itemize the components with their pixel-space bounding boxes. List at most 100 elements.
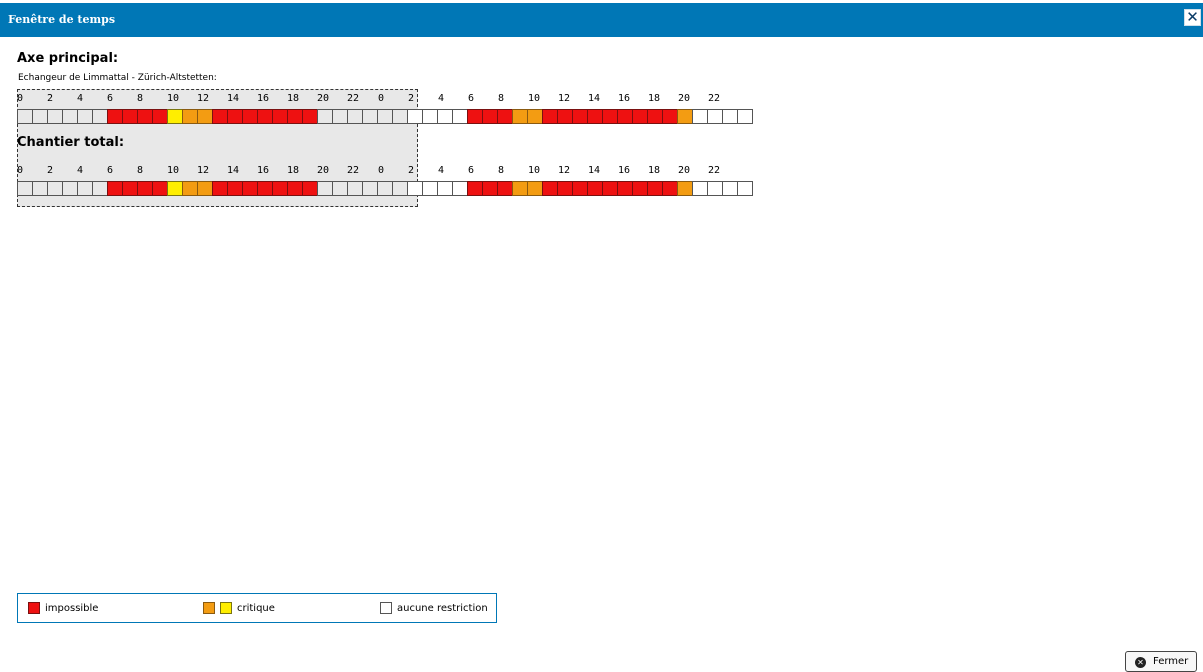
hour-label: 18 <box>287 165 300 176</box>
hour-cell <box>362 109 378 124</box>
hour-cell <box>407 181 423 196</box>
hour-cell <box>272 109 288 124</box>
hour-label: 0 <box>378 165 385 176</box>
hour-label: 4 <box>438 93 445 104</box>
hour-cell <box>197 181 213 196</box>
hour-label: 6 <box>468 93 475 104</box>
legend-label-impossible: impossible <box>45 603 99 614</box>
hour-cell <box>167 181 183 196</box>
hour-cell <box>422 109 438 124</box>
legend-swatch-impossible <box>28 602 40 614</box>
legend-label-aucune-restriction: aucune restriction <box>397 603 488 614</box>
hour-cell <box>17 181 33 196</box>
close-circle-icon: ✕ <box>1135 657 1146 668</box>
hour-cell <box>452 109 468 124</box>
hour-cell <box>407 109 423 124</box>
hour-cell <box>602 181 618 196</box>
close-button[interactable]: ✕ Fermer <box>1125 651 1197 672</box>
hour-cell <box>557 181 573 196</box>
hour-label: 10 <box>528 165 541 176</box>
hour-cell <box>17 109 33 124</box>
hour-cell <box>62 181 78 196</box>
hour-cell <box>137 181 153 196</box>
hour-label: 16 <box>618 93 631 104</box>
hour-cell <box>362 181 378 196</box>
hour-label: 4 <box>77 165 84 176</box>
timeline-main: 0 2 4 6 8 10 12 14 16 18 20 22 0 2 4 6 8 10 12 14 16 18 20 22 <box>17 93 757 127</box>
hour-cell <box>497 181 513 196</box>
hour-cell <box>737 109 753 124</box>
hour-label: 14 <box>227 93 240 104</box>
hour-cell <box>662 109 678 124</box>
hour-cell <box>632 181 648 196</box>
hour-cell <box>182 181 198 196</box>
hour-cell <box>512 109 528 124</box>
hour-label: 12 <box>558 165 571 176</box>
legend-swatch-aucune-restriction <box>380 602 392 614</box>
hour-label: 6 <box>468 165 475 176</box>
hour-cell <box>152 181 168 196</box>
hour-cell <box>242 109 258 124</box>
hour-cell <box>497 109 513 124</box>
hour-cells <box>17 181 753 196</box>
hour-cell <box>107 109 123 124</box>
dialog-title: Fenêtre de temps <box>8 13 116 26</box>
hour-label: 8 <box>137 93 144 104</box>
hour-label: 16 <box>618 165 631 176</box>
hour-cell <box>317 109 333 124</box>
hour-label: 22 <box>347 93 360 104</box>
hour-cell <box>182 109 198 124</box>
hour-cell <box>152 109 168 124</box>
hour-cell <box>647 109 663 124</box>
hour-cell <box>77 109 93 124</box>
hour-cell <box>47 109 63 124</box>
hour-cell <box>692 109 708 124</box>
hour-cell <box>482 181 498 196</box>
hour-cell <box>302 109 318 124</box>
hour-labels: 0 2 4 6 8 10 12 14 16 18 20 22 0 2 4 6 8 10 12 14 16 18 20 22 <box>17 93 757 107</box>
hour-cell <box>212 109 228 124</box>
hour-label: 16 <box>257 93 270 104</box>
hour-label: 20 <box>317 165 330 176</box>
hour-cell <box>302 181 318 196</box>
hour-cell <box>617 109 633 124</box>
hour-cell <box>557 109 573 124</box>
hour-label: 12 <box>558 93 571 104</box>
hour-cell <box>257 109 273 124</box>
hour-cell <box>332 109 348 124</box>
hour-cell <box>392 109 408 124</box>
hour-cell <box>32 109 48 124</box>
close-icon[interactable]: ✕ <box>1184 9 1201 26</box>
hour-label: 20 <box>678 165 691 176</box>
hour-label: 0 <box>378 93 385 104</box>
hour-label: 16 <box>257 165 270 176</box>
hour-label: 0 <box>17 93 24 104</box>
hour-cell <box>122 181 138 196</box>
hour-cell <box>722 181 738 196</box>
legend-swatch-critique-yellow <box>220 602 232 614</box>
hour-cell <box>467 109 483 124</box>
dialog-titlebar: Fenêtre de temps ✕ <box>0 3 1203 37</box>
hour-label: 20 <box>678 93 691 104</box>
hour-cell <box>197 109 213 124</box>
hour-cell <box>122 109 138 124</box>
hour-cell <box>512 181 528 196</box>
timeline-total: 0 2 4 6 8 10 12 14 16 18 20 22 0 2 4 6 8 10 12 14 16 18 20 22 <box>17 165 757 199</box>
hour-cell <box>92 109 108 124</box>
hour-label: 2 <box>408 165 415 176</box>
hour-label: 2 <box>408 93 415 104</box>
hour-cell <box>257 181 273 196</box>
hour-cell <box>542 181 558 196</box>
legend: impossible critique aucune restriction <box>17 593 497 623</box>
hour-cell <box>437 181 453 196</box>
hour-cell <box>572 181 588 196</box>
hour-cell <box>677 109 693 124</box>
hour-cell <box>542 109 558 124</box>
hour-label: 6 <box>107 165 114 176</box>
hour-cell <box>422 181 438 196</box>
hour-cell <box>467 181 483 196</box>
hour-label: 6 <box>107 93 114 104</box>
hour-cell <box>377 109 393 124</box>
hour-cell <box>287 181 303 196</box>
hour-label: 4 <box>438 165 445 176</box>
